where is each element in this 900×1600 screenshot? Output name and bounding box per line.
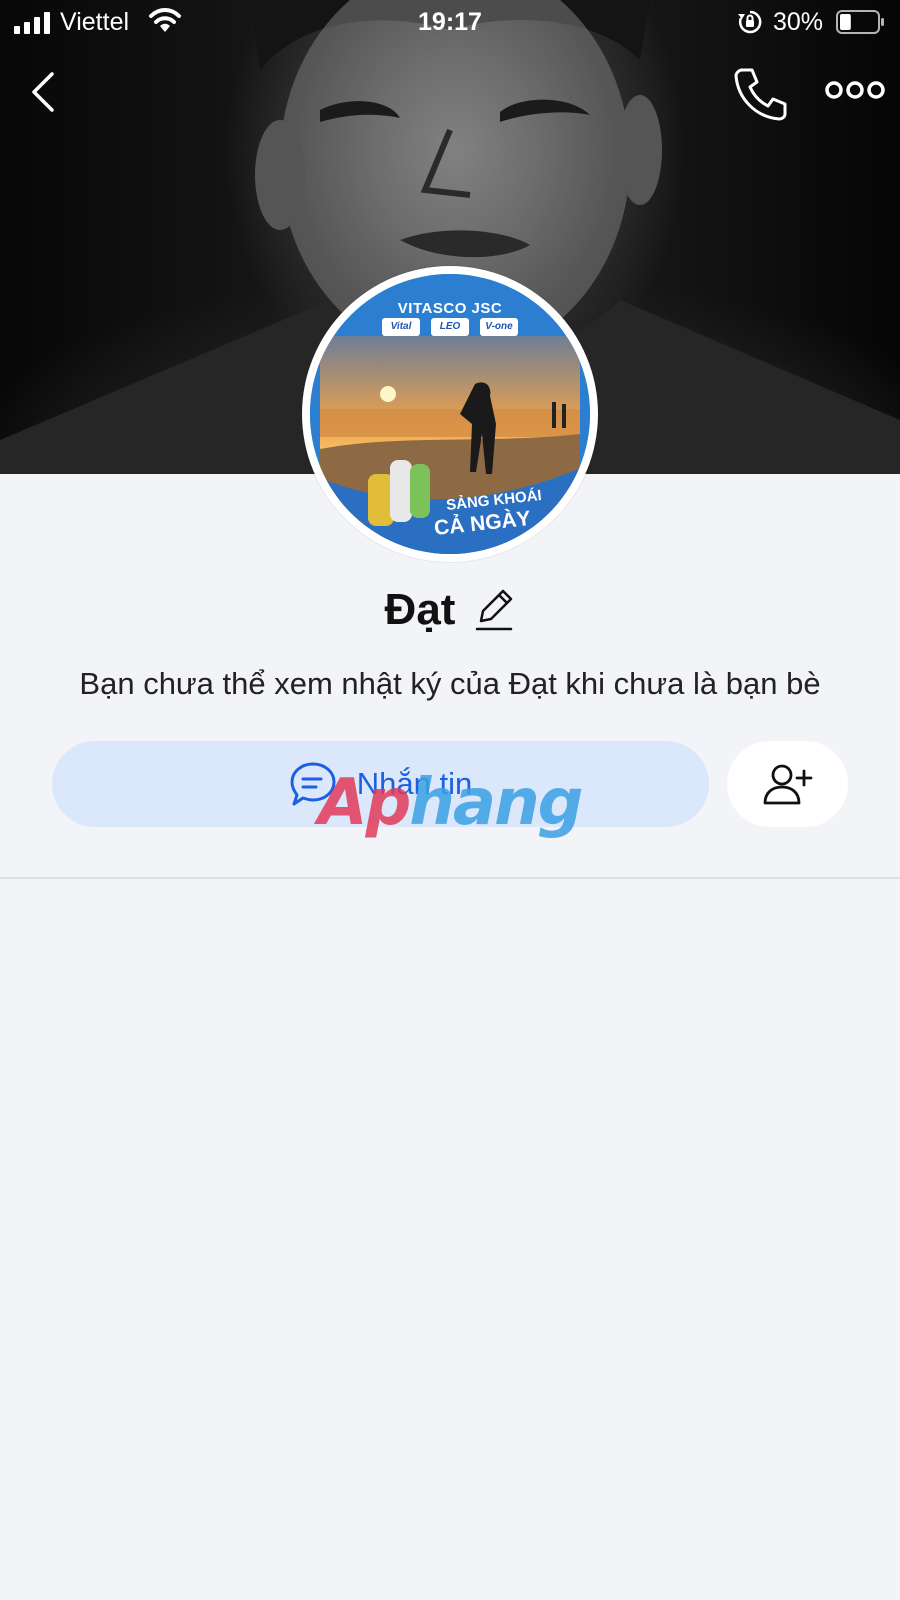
chevron-left-icon	[32, 72, 54, 112]
section-divider	[0, 877, 900, 879]
avatar-brand-text: VITASCO JSC	[397, 300, 503, 317]
more-options-button[interactable]	[822, 70, 888, 110]
chat-bubble-icon	[290, 762, 336, 806]
profile-avatar[interactable]: VITASCO JSC Vital LEO V-one SẢNG KHOÁI C…	[302, 266, 598, 562]
add-friend-icon	[763, 764, 812, 805]
profile-name: Đạt	[384, 585, 456, 634]
more-options-icon	[825, 81, 885, 99]
call-button[interactable]	[730, 64, 790, 122]
rotation-lock-icon	[738, 10, 762, 34]
back-button[interactable]	[22, 66, 66, 118]
avatar-image: VITASCO JSC Vital LEO V-one SẢNG KHOÁI C…	[310, 274, 590, 554]
status-time: 19:17	[418, 8, 482, 36]
message-button-label: Nhắn tin	[356, 766, 473, 801]
battery-percent: 30%	[773, 8, 824, 36]
friendship-notice: Bạn chưa thể xem nhật ký của Đạt khi chư…	[79, 666, 821, 701]
phone-icon	[734, 68, 787, 121]
battery-icon	[836, 10, 884, 34]
status-bar: Viettel 19:17 30%	[0, 0, 900, 44]
edit-pencil-icon[interactable]	[473, 587, 515, 633]
add-friend-button[interactable]	[727, 741, 848, 827]
message-button[interactable]: Nhắn tin	[52, 741, 709, 827]
avatar-product-chips: Vital LEO V-one	[382, 318, 518, 336]
product-chip: Vital	[382, 318, 420, 336]
product-chip: V-one	[480, 318, 518, 336]
product-chip: LEO	[431, 318, 469, 336]
profile-name-row: Đạt	[0, 580, 900, 640]
